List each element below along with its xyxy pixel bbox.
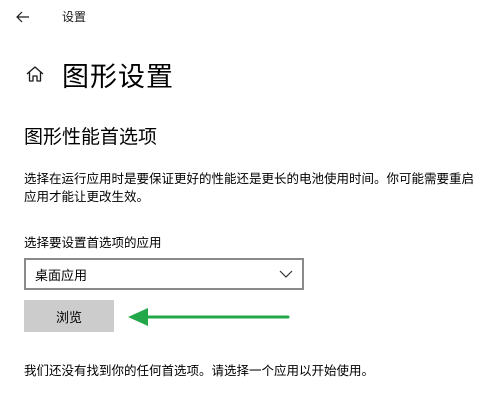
page-header: 图形设置: [24, 52, 174, 96]
section-description: 选择在运行应用时是要保证更好的性能还是更长的电池使用时间。你可能需要重启应用才能…: [24, 171, 475, 204]
title-bar: 设置: [0, 0, 500, 34]
app-type-selected-value: 桌面应用: [35, 269, 88, 284]
browse-button[interactable]: 浏览: [24, 300, 114, 332]
app-select-label: 选择要设置首选项的应用: [24, 235, 162, 250]
page-title: 图形设置: [62, 61, 174, 93]
back-arrow-icon: [16, 11, 29, 23]
app-type-select[interactable]: 桌面应用: [24, 258, 304, 290]
settings-window: 设置 图形设置 图形性能首选项 选择在运行应用时是要保证更好的性能还是更长的电池…: [0, 0, 500, 420]
home-icon[interactable]: [24, 63, 46, 85]
app-title: 设置: [62, 10, 87, 24]
chevron-down-icon: [279, 270, 293, 278]
green-arrow-icon: [128, 308, 290, 326]
empty-state-message: 我们还没有找到你的任何首选项。请选择一个应用以开始使用。: [24, 363, 375, 378]
section-title: 图形性能首选项: [24, 126, 158, 148]
back-button[interactable]: [10, 4, 36, 30]
